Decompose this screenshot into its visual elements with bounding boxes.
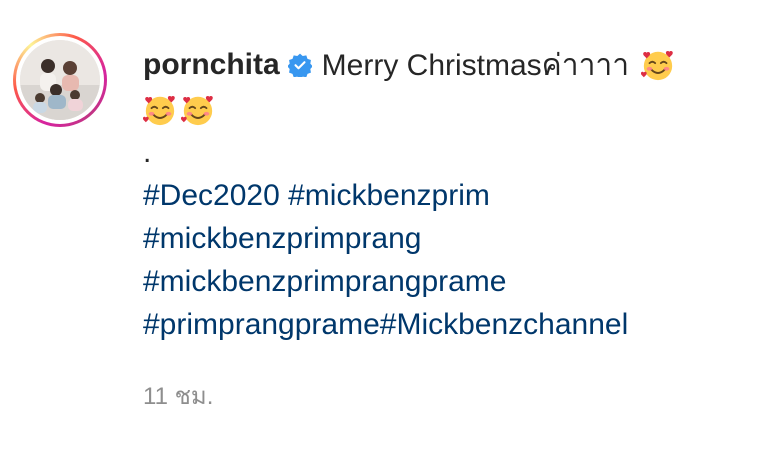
caption-body: pornchita Merry Christmasค่าาาา . #Dec20… (143, 42, 743, 346)
caption-separator: . (143, 136, 152, 169)
hashtag-block: #Dec2020 #mickbenzprim #mickbenzprimpran… (143, 174, 743, 346)
post-caption: pornchita Merry Christmasค่าาาา . #Dec20… (0, 0, 767, 449)
hashtag-link[interactable]: #mickbenzprim (288, 179, 490, 212)
avatar[interactable] (13, 33, 107, 127)
hashtag-line: #primprangprame#Mickbenzchannel (143, 303, 743, 346)
hashtag-line: #mickbenzprimprangprame (143, 260, 743, 303)
hashtag-line: #Dec2020 #mickbenzprim (143, 174, 743, 217)
hashtag-link[interactable]: #Dec2020 (143, 179, 280, 212)
smiling-face-with-hearts-icon (641, 48, 675, 82)
post-timestamp[interactable]: 11 ชม. (143, 376, 213, 415)
hashtag-link[interactable]: #Mickbenzchannel (380, 308, 628, 341)
verified-badge-icon (287, 53, 312, 77)
hashtag-link[interactable]: #mickbenzprimprang (143, 222, 421, 255)
hashtag-link[interactable]: #primprangprame (143, 308, 380, 341)
hashtag-line: #mickbenzprimprang (143, 217, 743, 260)
username-link[interactable]: pornchita (143, 48, 280, 82)
hashtag-link[interactable]: #mickbenzprimprangprame (143, 265, 507, 298)
caption-text: Merry Christmasค่าาาา (321, 48, 630, 82)
avatar-border (16, 36, 104, 124)
caption-emoji-line (143, 88, 743, 132)
smiling-face-with-hearts-icon (181, 93, 215, 127)
avatar-photo (20, 40, 100, 120)
smiling-face-with-hearts-icon (143, 93, 177, 127)
caption-first-line: pornchita Merry Christmasค่าาาา (143, 42, 743, 88)
